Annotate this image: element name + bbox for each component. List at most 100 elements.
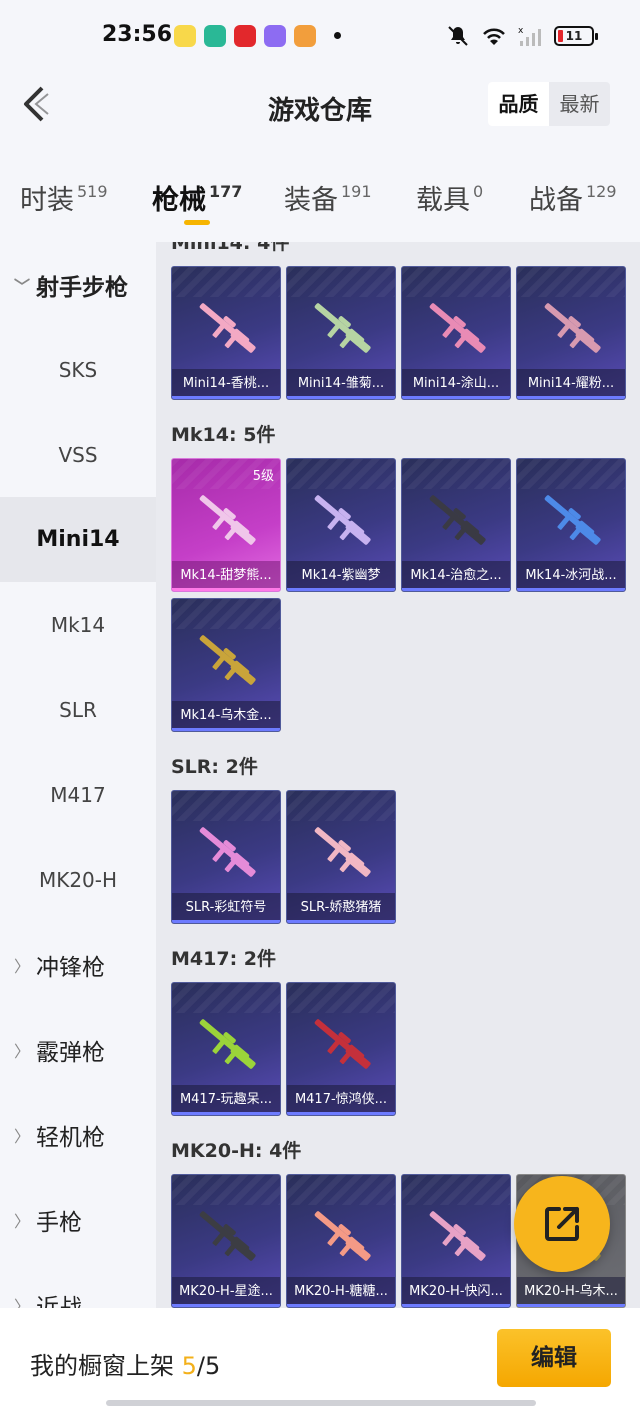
share-button[interactable] <box>514 1176 610 1272</box>
weapon-skin-card[interactable]: SLR-彩虹符号 <box>171 790 281 924</box>
weapon-skin-card[interactable]: Mini14-耀粉... <box>516 266 626 400</box>
wifi-icon <box>483 28 505 45</box>
app-icon-1 <box>174 25 196 47</box>
tab-label: 装备 <box>284 185 338 216</box>
sidebar-item-12[interactable]: 〉近战 <box>0 1262 156 1309</box>
card-rarity-bar <box>287 588 395 591</box>
weapon-skin-card[interactable]: Mini14-雏菊... <box>286 266 396 400</box>
more-notifications-dot <box>334 32 341 39</box>
system-icons: x 11 <box>446 24 598 48</box>
card-rarity-bar <box>172 1112 280 1115</box>
clock: 23:56 <box>102 22 173 47</box>
sidebar-item-2[interactable]: VSS <box>0 412 156 497</box>
sidebar-item-3[interactable]: Mini14 <box>0 497 156 582</box>
tab-firearms[interactable]: 枪械 177 <box>152 178 242 217</box>
weapon-skin-name: Mk14-冰河战... <box>517 561 625 591</box>
rifle-icon <box>199 495 256 545</box>
weapon-skin-name: MK20-H-快闪... <box>402 1277 510 1307</box>
sidebar-item-7[interactable]: MK20-H <box>0 837 156 922</box>
tab-equipment[interactable]: 装备 191 <box>284 178 372 217</box>
sort-by-quality[interactable]: 品质 <box>488 82 549 126</box>
weapon-skin-card[interactable]: M417-惊鸿侠... <box>286 982 396 1116</box>
rifle-icon <box>314 495 371 545</box>
card-rarity-bar <box>172 396 280 399</box>
weapon-skin-card[interactable]: SLR-娇憨猪猪 <box>286 790 396 924</box>
sidebar-item-label: Mini14 <box>36 527 120 552</box>
sort-switch: 品质 最新 <box>488 82 610 126</box>
weapon-skin-name: SLR-娇憨猪猪 <box>287 893 395 923</box>
sidebar-item-9[interactable]: 〉霰弹枪 <box>0 1007 156 1092</box>
tab-count: 129 <box>586 182 617 201</box>
rifle-icon <box>429 1211 486 1261</box>
card-rarity-bar <box>402 588 510 591</box>
chevron-right-icon: 〉 <box>14 956 31 976</box>
weapon-skin-name: Mk14-治愈之... <box>402 561 510 591</box>
sidebar-item-11[interactable]: 〉手枪 <box>0 1177 156 1262</box>
sidebar-item-5[interactable]: SLR <box>0 667 156 752</box>
weapon-type-sidebar: ﹀ 射手步枪 SKS VSS Mini14 Mk14 SLR M417 MK20-H 〉冲锋枪〉霰… <box>0 242 156 1308</box>
group-title: Mini14: 4件 <box>171 242 290 254</box>
svg-text:x: x <box>518 26 524 36</box>
weapon-skin-name: Mini14-香桃... <box>172 369 280 399</box>
weapon-skin-name: Mk14-紫幽梦 <box>287 561 395 591</box>
weapon-skin-card[interactable]: Mini14-涂山... <box>401 266 511 400</box>
rifle-icon <box>199 635 256 685</box>
sidebar-item-label: 射手步枪 <box>36 274 129 301</box>
weapon-skin-name: Mini14-涂山... <box>402 369 510 399</box>
sidebar-item-1[interactable]: SKS <box>0 327 156 412</box>
app-icon-3 <box>234 25 256 47</box>
sidebar-item-label: VSS <box>58 442 98 467</box>
weapon-skin-card[interactable]: Mini14-香桃... <box>171 266 281 400</box>
sidebar-item-8[interactable]: 〉冲锋枪 <box>0 922 156 1007</box>
weapon-skin-name: MK20-H-糖糖... <box>287 1277 395 1307</box>
card-rarity-bar <box>517 396 625 399</box>
sidebar-item-label: 手枪 <box>36 1209 83 1236</box>
weapon-skin-card[interactable]: 5级 Mk14-甜梦熊... <box>171 458 281 592</box>
weapon-skin-card[interactable]: Mk14-冰河战... <box>516 458 626 592</box>
signal-icon: x <box>518 26 541 46</box>
sidebar-item-0[interactable]: ﹀ 射手步枪 <box>0 242 156 327</box>
header: 游戏仓库 品质 最新 <box>0 70 640 142</box>
edit-button[interactable]: 编辑 <box>497 1329 611 1387</box>
category-tabs: 时装 519 枪械 177 装备 191 载具 0 战备 129 <box>0 170 640 234</box>
group-title: MK20-H: 4件 <box>171 1140 302 1162</box>
weapon-skin-card[interactable]: MK20-H-星途... <box>171 1174 281 1308</box>
sidebar-item-label: SLR <box>59 697 97 722</box>
tab-count: 177 <box>209 182 243 201</box>
sidebar-item-10[interactable]: 〉轻机枪 <box>0 1092 156 1177</box>
card-rarity-bar <box>287 1112 395 1115</box>
weapon-skin-card[interactable]: MK20-H-快闪... <box>401 1174 511 1308</box>
card-rarity-bar <box>287 920 395 923</box>
tab-supplies[interactable]: 战备 129 <box>529 178 617 217</box>
battery-level: 11 <box>565 29 583 43</box>
share-icon <box>545 1207 579 1241</box>
rifle-icon <box>199 303 256 353</box>
rifle-icon <box>314 303 371 353</box>
tab-outfits[interactable]: 时装 519 <box>20 178 108 217</box>
rifle-icon <box>544 495 601 545</box>
card-rarity-bar <box>517 588 625 591</box>
sidebar-item-4[interactable]: Mk14 <box>0 582 156 667</box>
sidebar-item-label: 霰弹枪 <box>36 1039 106 1066</box>
app-icon-5 <box>294 25 316 47</box>
notification-icons <box>174 25 316 47</box>
showcase-status: 我的橱窗上架 5/5 <box>30 1346 220 1381</box>
weapon-skin-card[interactable]: Mk14-治愈之... <box>401 458 511 592</box>
sidebar-item-6[interactable]: M417 <box>0 752 156 837</box>
weapon-skin-name: MK20-H-星途... <box>172 1277 280 1307</box>
rifle-icon <box>429 303 486 353</box>
sort-by-newest[interactable]: 最新 <box>549 82 610 126</box>
card-rarity-bar <box>402 1304 510 1307</box>
tab-vehicles[interactable]: 载具 0 <box>416 178 483 217</box>
weapon-skin-card[interactable]: M417-玩趣呆... <box>171 982 281 1116</box>
mute-icon <box>448 26 468 46</box>
weapon-skin-name: Mini14-雏菊... <box>287 369 395 399</box>
weapon-skin-name: M417-玩趣呆... <box>172 1085 280 1115</box>
weapon-skin-name: Mk14-乌木金... <box>172 701 280 731</box>
weapon-skin-card[interactable]: Mk14-乌木金... <box>171 598 281 732</box>
weapon-skin-card[interactable]: MK20-H-糖糖... <box>286 1174 396 1308</box>
tab-label: 枪械 <box>152 185 206 216</box>
weapon-skin-card[interactable]: Mk14-紫幽梦 <box>286 458 396 592</box>
card-rarity-bar <box>172 1304 280 1307</box>
status-bar: 23:56 x 11 <box>0 0 640 70</box>
